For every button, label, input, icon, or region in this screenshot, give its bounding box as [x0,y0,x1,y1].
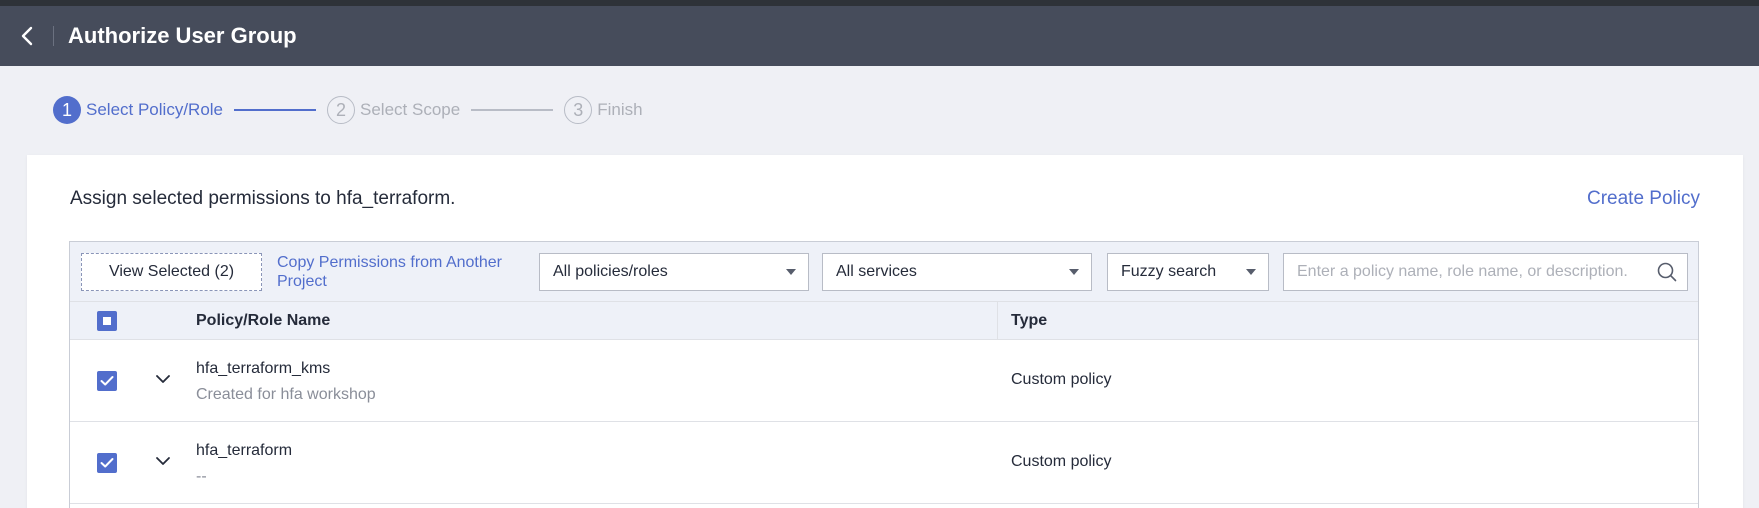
search-mode-select[interactable]: Fuzzy search [1107,253,1269,291]
policy-table: View Selected (2) Copy Permissions from … [69,241,1699,508]
step-label: Finish [597,100,643,119]
step-select-scope: 2 Select Scope [327,96,460,124]
expand-row-button[interactable] [152,368,174,390]
step-number: 2 [327,96,356,124]
back-button[interactable] [0,6,53,66]
policy-description: Created for hfa workshop [196,386,376,403]
caret-down-icon [1246,269,1256,275]
wizard-steps: 1 Select Policy/Role 2 Select Scope 3 Fi… [53,95,643,125]
create-policy-link[interactable]: Create Policy [1587,188,1700,210]
policy-type-select[interactable]: All policies/roles [539,253,809,291]
row-checkbox[interactable] [97,453,117,473]
page-title: Authorize User Group [68,23,297,48]
table-row: hfa_terraform -- Custom policy [70,422,1698,504]
search-input[interactable] [1284,254,1647,290]
copy-permissions-link[interactable]: Copy Permissions from Another Project [277,253,517,291]
column-divider [997,302,998,340]
table-toolbar: View Selected (2) Copy Permissions from … [70,242,1698,302]
policy-type-value: All policies/roles [553,263,668,280]
view-selected-button[interactable]: View Selected (2) [81,253,262,291]
policy-name: hfa_terraform [196,442,293,459]
caret-down-icon [1069,269,1079,275]
step-number: 1 [53,96,81,124]
check-icon [100,376,114,386]
table-header: Policy/Role Name Type [70,302,1698,340]
search-mode-value: Fuzzy search [1121,263,1217,280]
service-select[interactable]: All services [822,253,1092,291]
permissions-card: Assign selected permissions to hfa_terra… [27,155,1743,508]
chevron-down-icon [156,375,170,383]
policy-description: -- [196,468,207,485]
table-row: hfa_terraform_kms Created for hfa worksh… [70,340,1698,422]
policy-type: Custom policy [1011,371,1112,388]
header-divider [53,26,54,46]
row-checkbox[interactable] [97,371,117,391]
step-connector [471,109,554,111]
select-all-checkbox[interactable] [97,311,117,331]
column-header-name[interactable]: Policy/Role Name [196,302,330,340]
step-select-policy: 1 Select Policy/Role [53,96,223,124]
search-button[interactable] [1647,254,1687,290]
step-label: Select Policy/Role [86,100,224,119]
caret-down-icon [786,269,796,275]
expand-row-button[interactable] [152,450,174,472]
check-icon [100,458,114,468]
search-box [1283,253,1688,291]
service-value: All services [836,263,917,280]
chevron-down-icon [156,457,170,465]
page-header: Authorize User Group [0,6,1759,66]
step-label: Select Scope [360,100,461,119]
step-finish: 3 Finish [564,96,643,124]
select-all-cell [97,302,117,340]
policy-type: Custom policy [1011,453,1112,470]
step-number: 3 [564,96,593,124]
search-icon [1657,262,1677,282]
assign-instructions: Assign selected permissions to hfa_terra… [70,188,456,209]
chevron-left-icon [21,26,32,46]
column-header-type[interactable]: Type [1011,302,1047,340]
step-connector [234,109,317,111]
policy-name: hfa_terraform_kms [196,360,331,377]
